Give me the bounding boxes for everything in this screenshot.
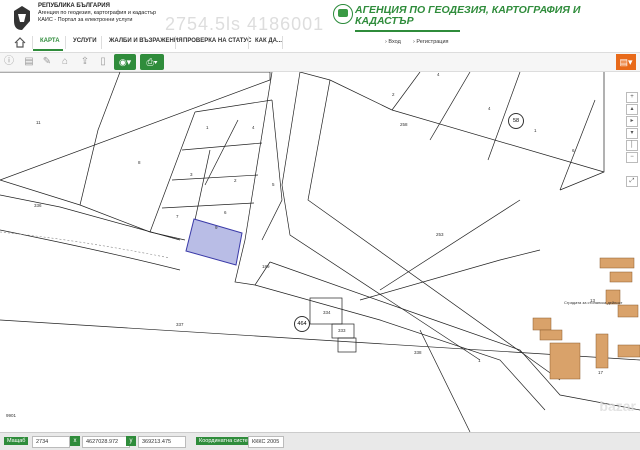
map-status-bar: Мащаб 2734 x 4627028.972 y 369213.475 Ко… (0, 432, 640, 450)
parcel-label: 8 (138, 160, 141, 165)
parcel-label: 338 (414, 350, 422, 355)
nav-separator (248, 36, 249, 49)
parcel-label: 9901 (6, 413, 17, 418)
agency-emblem-icon (333, 4, 353, 24)
layers-icon[interactable]: ▤ (22, 55, 36, 69)
zoom-slider[interactable]: │ (626, 140, 638, 151)
country-name: РЕПУБЛИКА БЪЛГАРИЯ (38, 3, 110, 9)
parcel-label: 253 (436, 232, 444, 237)
main-nav: КАРТА УСЛУГИ ЖАЛБИ И ВЪЗРАЖЕНИЯ ПРОВЕРКА… (0, 34, 640, 53)
pan-down-button[interactable]: ▾ (626, 128, 638, 139)
y-coordinate-value: 369213.475 (138, 436, 186, 448)
parcel-label: 334 (323, 310, 331, 315)
site-header: РЕПУБЛИКА БЪЛГАРИЯ Агенция по геодезия, … (0, 0, 640, 34)
agency-title: АГЕНЦИЯ ПО ГЕОДЕЗИЯ, КАРТОГРАФИЯ И КАДАС… (355, 4, 581, 27)
x-coordinate-value: 4627028.972 (82, 436, 130, 448)
nav-item-services[interactable]: УСЛУГИ (73, 38, 97, 44)
agency-line: Агенция по геодезия, картография и кадас… (38, 10, 157, 16)
edit-icon[interactable]: ✎ (40, 55, 54, 69)
nav-separator (175, 36, 176, 49)
parcel-label: 5 (272, 182, 275, 187)
nav-separator (282, 36, 283, 49)
parcel-label: 1 (206, 125, 209, 130)
parcel-label: 9 (215, 225, 218, 230)
login-link[interactable]: › Вход (385, 39, 401, 45)
parcel-label: 1 (478, 358, 481, 363)
watermark: 2754.5ls 4186001 (165, 14, 325, 34)
parcel-label: 258 (400, 122, 408, 127)
parcel-label: 2 (392, 92, 395, 97)
bookmark-icon[interactable]: ▯ (96, 55, 110, 69)
parcel-label: 2 (234, 178, 237, 183)
info-icon[interactable]: ⓘ (2, 55, 16, 69)
nav-item-status-check[interactable]: ПРОВЕРКА НА СТАТУС (183, 38, 251, 44)
parcel-label: 3 (190, 172, 193, 177)
parcel-label: 337 (176, 322, 184, 327)
agency-underline (355, 30, 460, 32)
nav-separator (65, 36, 66, 49)
system-line: КАИС - Портал за електронни услуги (38, 17, 133, 23)
cadastral-map[interactable]: 1 4 3 2 7 6 5 8 9 11 189 336 253 4 4 6 2… (0, 72, 640, 432)
view-dropdown-button[interactable]: ◉▾ (114, 54, 136, 70)
bazar-watermark: bazar (599, 398, 636, 414)
pan-up-button[interactable]: ▴ (626, 104, 638, 115)
zoom-in-button[interactable]: + (626, 92, 638, 103)
nav-separator (101, 36, 102, 49)
parcel-label: 4 (437, 72, 440, 77)
parcel-label: 333 (338, 328, 346, 333)
cadastral-region-badge: 58 (508, 113, 524, 129)
settings-dropdown-button[interactable]: ▤▾ (616, 54, 636, 70)
parcel-label: 11 (36, 120, 41, 125)
building-label: Сградата за стопанска дейност (564, 300, 623, 305)
zoom-out-button[interactable]: − (626, 152, 638, 163)
zoom-label: Мащаб (4, 437, 29, 445)
parcel-label: 4 (252, 125, 255, 130)
polygon-icon[interactable]: ⌂ (58, 55, 72, 69)
coordinate-system-value[interactable]: КККС 2005 (248, 436, 284, 448)
nav-item-how-to[interactable]: КАК ДА... (255, 38, 282, 44)
map-drawing (0, 72, 640, 432)
parcel-label: 1 (534, 128, 537, 133)
parcel-label: 6 (224, 210, 227, 215)
fullscreen-button[interactable]: ⤢ (626, 176, 638, 187)
nav-separator (32, 36, 33, 49)
coat-of-arms-icon (14, 6, 30, 30)
parcel-label: 6 (572, 148, 575, 153)
x-coordinate-icon: x (70, 436, 80, 446)
y-coordinate-icon: y (126, 436, 136, 446)
parcel-label: 17 (598, 370, 604, 375)
cadastral-region-badge: 464 (294, 316, 310, 332)
print-dropdown-button[interactable]: ⎙▾ (140, 54, 164, 70)
parcel-label: 336 (34, 203, 42, 208)
nav-item-map[interactable]: КАРТА (40, 38, 60, 44)
nav-item-complaints[interactable]: ЖАЛБИ И ВЪЗРАЖЕНИЯ (109, 38, 183, 44)
active-tab-indicator (33, 49, 63, 51)
parcel-label: 7 (176, 214, 179, 219)
map-toolbar: ⓘ ▤ ✎ ⌂ ⇪ ▯ ◉▾ ⎙▾ ▤▾ (0, 53, 640, 72)
home-icon[interactable] (14, 37, 26, 48)
org-text: РЕПУБЛИКА БЪЛГАРИЯ Агенция по геодезия, … (38, 3, 156, 24)
pan-button[interactable]: ▸ (626, 116, 638, 127)
register-link[interactable]: › Регистрация (413, 39, 449, 45)
parcel-label: 4 (488, 106, 491, 111)
zoom-value[interactable]: 2734 (32, 436, 70, 448)
upload-icon[interactable]: ⇪ (78, 55, 92, 69)
parcel-label: 189 (262, 264, 270, 269)
